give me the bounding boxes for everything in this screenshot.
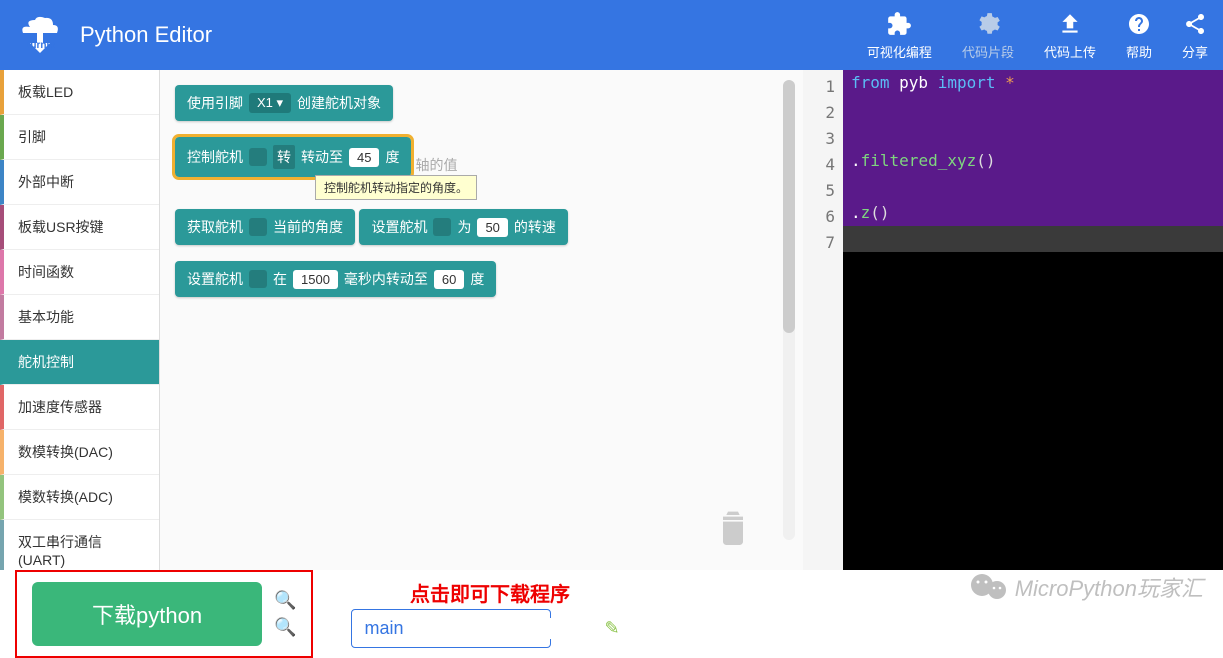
notch-icon xyxy=(249,218,267,236)
header: turnip Python Editor 可视化编程 代码片段 代码上传 xyxy=(0,0,1223,70)
code-line: from pyb import * xyxy=(843,70,1223,96)
pencil-icon[interactable]: ✎ xyxy=(604,618,619,639)
header-actions: 可视化编程 代码片段 代码上传 帮助 分享 xyxy=(867,10,1208,61)
scrollbar[interactable] xyxy=(783,80,795,540)
sidebar-item-base[interactable]: 基本功能 xyxy=(0,295,159,340)
block-create-servo[interactable]: 使用引脚 X1 ▾ 创建舵机对象 xyxy=(175,85,393,121)
puzzle-icon xyxy=(886,10,912,38)
ms-input[interactable]: 1500 xyxy=(293,270,338,289)
logo-icon: turnip xyxy=(15,15,65,55)
action-share[interactable]: 分享 xyxy=(1182,10,1208,61)
sidebar-item-usr[interactable]: 板载USR按键 xyxy=(0,205,159,250)
code-content[interactable]: from pyb import * .filtered_xyz() .z() xyxy=(843,70,1223,570)
block-control-servo[interactable]: 控制舵机 转 转动至 45 度 控制舵机转动指定的角度。 xyxy=(175,137,411,177)
blocks-area[interactable]: 使用引脚 X1 ▾ 创建舵机对象 控制舵机 转 转动至 45 度 控制舵机转动指… xyxy=(160,70,803,570)
download-button[interactable]: 下载python xyxy=(32,582,262,646)
sidebar-item-dac[interactable]: 数模转换(DAC) xyxy=(0,430,159,475)
upload-icon xyxy=(1057,10,1083,38)
action-snippet[interactable]: 代码片段 xyxy=(962,10,1014,61)
filename-input[interactable] xyxy=(364,618,596,639)
sidebar: 板载LED 引脚 外部中断 板载USR按键 时间函数 基本功能 舵机控制 加速度… xyxy=(0,70,160,570)
download-box: 下载python 🔍 🔍 xyxy=(15,570,313,658)
wechat-icon xyxy=(969,571,1009,603)
svg-text:turnip: turnip xyxy=(27,40,55,51)
deg-input[interactable]: 60 xyxy=(434,270,464,289)
code-line xyxy=(843,96,1223,122)
pin-dropdown[interactable]: X1 ▾ xyxy=(249,93,291,113)
sidebar-item-ext[interactable]: 外部中断 xyxy=(0,160,159,205)
action-help[interactable]: 帮助 xyxy=(1126,10,1152,61)
sidebar-item-pin[interactable]: 引脚 xyxy=(0,115,159,160)
block-get-angle[interactable]: 获取舵机 当前的角度 xyxy=(175,209,355,245)
code-line xyxy=(843,174,1223,200)
zoom-controls: 🔍 🔍 xyxy=(274,590,296,638)
block-set-speed[interactable]: 设置舵机 为 50 的转速 xyxy=(359,209,567,245)
code-line: .filtered_xyz() xyxy=(843,148,1223,174)
code-area: 1 2 3 4 5 6 7 from pyb import * .filtere… xyxy=(803,70,1223,570)
notch-icon xyxy=(249,148,267,166)
sidebar-item-led[interactable]: 板载LED xyxy=(0,70,159,115)
sidebar-item-time[interactable]: 时间函数 xyxy=(0,250,159,295)
trash-icon[interactable] xyxy=(713,505,753,555)
hint-text: 点击即可下载程序 xyxy=(410,578,570,607)
action-upload[interactable]: 代码上传 xyxy=(1044,10,1096,61)
tooltip: 控制舵机转动指定的角度。 xyxy=(315,175,477,200)
sidebar-item-accel[interactable]: 加速度传感器 xyxy=(0,385,159,430)
code-line xyxy=(843,122,1223,148)
share-icon xyxy=(1183,10,1207,38)
speed-input[interactable]: 50 xyxy=(477,218,507,237)
notch-icon xyxy=(249,270,267,288)
watermark: MicroPython玩家汇 xyxy=(969,571,1203,603)
block-set-angle-time[interactable]: 设置舵机 在 1500 毫秒内转动至 60 度 xyxy=(175,261,496,297)
gutter: 1 2 3 4 5 6 7 xyxy=(803,70,843,570)
gears-icon xyxy=(975,10,1001,38)
sidebar-item-uart[interactable]: 双工串行通信(UART) xyxy=(0,520,159,570)
logo-area: turnip Python Editor xyxy=(15,15,212,55)
angle-input[interactable]: 45 xyxy=(349,148,379,167)
sidebar-item-adc[interactable]: 模数转换(ADC) xyxy=(0,475,159,520)
notch-icon xyxy=(433,218,451,236)
sidebar-item-servo[interactable]: 舵机控制 xyxy=(0,340,159,385)
zoom-in-icon[interactable]: 🔍 xyxy=(274,590,296,611)
help-icon xyxy=(1127,10,1151,38)
zoom-out-icon[interactable]: 🔍 xyxy=(274,617,296,638)
action-visual[interactable]: 可视化编程 xyxy=(867,10,932,61)
code-line xyxy=(843,226,1223,252)
app-title: Python Editor xyxy=(80,22,212,48)
code-line: .z() xyxy=(843,200,1223,226)
main: 板载LED 引脚 外部中断 板载USR按键 时间函数 基本功能 舵机控制 加速度… xyxy=(0,70,1223,570)
filename-box: ✎ xyxy=(351,609,551,648)
